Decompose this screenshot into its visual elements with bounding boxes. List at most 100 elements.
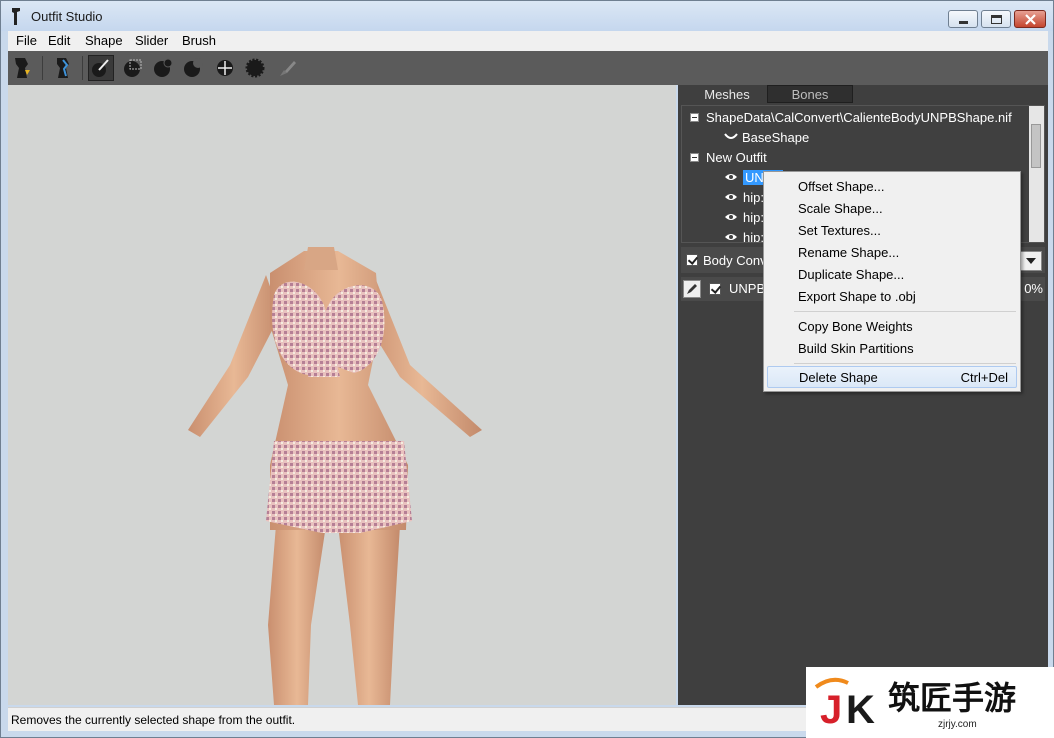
tree-item-shape[interactable]: hip: (724, 227, 764, 243)
menu-item-rename-shape[interactable]: Rename Shape... (767, 241, 1017, 263)
menu-item-delete-shape[interactable]: Delete Shape Ctrl+Del (767, 366, 1017, 388)
menu-edit[interactable]: Edit (48, 33, 70, 48)
minimize-button[interactable] (948, 10, 978, 28)
reference-shape-icon (724, 133, 738, 139)
tree-item-label: ShapeData\CalConvert\CalienteBodyUNPBSha… (706, 109, 1012, 125)
menu-item-label: Scale Shape... (798, 200, 883, 216)
outfit-tool-button[interactable] (10, 55, 36, 81)
menu-shape[interactable]: Shape (85, 33, 123, 48)
tree-item-reference-shape[interactable]: BaseShape (724, 127, 809, 147)
toolbar-separator (42, 56, 43, 80)
menu-item-label: Build Skin Partitions (798, 340, 914, 356)
menu-item-offset-shape[interactable]: Offset Shape... (767, 175, 1017, 197)
slider-set-dropdown[interactable] (1020, 251, 1042, 271)
3d-viewport[interactable] (8, 85, 676, 705)
menu-item-export-shape[interactable]: Export Shape to .obj (767, 285, 1017, 307)
edit-slider-button[interactable] (683, 280, 701, 298)
tree-item-label: hip: (743, 209, 764, 225)
reference-icon (57, 58, 69, 78)
close-button[interactable] (1014, 10, 1046, 28)
outfit-icon (15, 58, 30, 78)
menu-item-label: Export Shape to .obj (798, 288, 916, 304)
smooth-brush-button[interactable] (242, 55, 268, 81)
menu-item-label: Offset Shape... (798, 178, 885, 194)
deflate-brush-icon (184, 58, 203, 77)
slider-label: UNPB (729, 281, 766, 296)
select-brush-button[interactable] (88, 55, 114, 81)
menu-brush[interactable]: Brush (182, 33, 216, 48)
slider-set-checkbox[interactable] (686, 254, 698, 266)
app-icon (12, 8, 20, 25)
app-window: Outfit Studio File Edit Shape Slider Bru… (0, 0, 1054, 738)
menu-item-duplicate-shape[interactable]: Duplicate Shape... (767, 263, 1017, 285)
minimize-icon (959, 21, 968, 24)
toolbar-separator (82, 56, 83, 80)
svg-text:J: J (820, 688, 842, 732)
reference-tool-button[interactable] (50, 55, 76, 81)
inflate-brush-icon (154, 58, 173, 77)
tree-item-label: hip: (743, 189, 764, 205)
watermark-text: 筑匠手游 (888, 679, 1017, 717)
collapse-icon[interactable] (690, 152, 699, 162)
menu-bar: File Edit Shape Slider Brush (8, 31, 1048, 51)
menu-item-label: Delete Shape (799, 369, 878, 385)
collapse-icon[interactable] (690, 112, 699, 122)
menu-item-set-textures[interactable]: Set Textures... (767, 219, 1017, 241)
menu-file[interactable]: File (16, 33, 37, 48)
slider-set-label: Body Conv (703, 253, 767, 268)
maximize-icon (991, 15, 1002, 24)
eye-icon[interactable] (724, 172, 738, 182)
slider-checkbox[interactable] (709, 283, 721, 295)
menu-item-copy-bone-weights[interactable]: Copy Bone Weights (767, 315, 1017, 337)
move-brush-icon (217, 60, 233, 76)
context-menu: Offset Shape... Scale Shape... Set Textu… (763, 171, 1021, 392)
tab-meshes[interactable]: Meshes (687, 85, 767, 103)
watermark-url: zjrjy.com (938, 719, 977, 730)
smooth-brush-icon (245, 58, 265, 78)
menu-slider[interactable]: Slider (135, 33, 168, 48)
tree-item-label: New Outfit (706, 149, 767, 165)
eye-icon[interactable] (724, 232, 738, 242)
menu-separator (794, 311, 1016, 312)
weight-brush-icon (280, 61, 296, 76)
scroll-thumb[interactable] (1031, 124, 1041, 168)
chevron-down-icon (1026, 258, 1036, 264)
tree-item-shape[interactable]: hip: (724, 207, 764, 227)
slider-value: 0% (1024, 281, 1043, 296)
menu-item-shortcut: Ctrl+Del (960, 369, 1008, 385)
tree-item-reference-file[interactable]: ShapeData\CalConvert\CalienteBodyUNPBSha… (690, 107, 1012, 127)
title-bar[interactable]: Outfit Studio (1, 1, 1053, 31)
menu-item-scale-shape[interactable]: Scale Shape... (767, 197, 1017, 219)
move-brush-button[interactable] (212, 55, 238, 81)
watermark: J K 筑匠手游 zjrjy.com (806, 667, 1054, 738)
maximize-button[interactable] (981, 10, 1011, 28)
toolbar (8, 51, 1048, 85)
pencil-icon (687, 284, 697, 294)
menu-separator (794, 363, 1016, 364)
svg-text:K: K (846, 688, 875, 732)
inflate-brush-button[interactable] (150, 55, 176, 81)
menu-item-label: Rename Shape... (798, 244, 900, 260)
tree-scrollbar[interactable] (1029, 106, 1044, 242)
mask-brush-icon (124, 59, 142, 77)
tree-item-outfit[interactable]: New Outfit (690, 147, 767, 167)
tree-item-label: hip: (743, 229, 764, 243)
close-icon (1025, 14, 1036, 25)
tree-item-shape[interactable]: hip: (724, 187, 764, 207)
status-text: Removes the currently selected shape fro… (11, 713, 296, 727)
tree-item-label: BaseShape (742, 129, 810, 145)
model-preview (188, 247, 482, 705)
menu-item-label: Set Textures... (798, 222, 881, 238)
eye-icon[interactable] (724, 192, 738, 202)
menu-item-label: Copy Bone Weights (798, 318, 913, 334)
mask-brush-button[interactable] (120, 55, 146, 81)
watermark-logo: J K (814, 677, 875, 732)
eye-icon[interactable] (724, 212, 738, 222)
menu-item-label: Duplicate Shape... (798, 266, 905, 282)
window-title: Outfit Studio (31, 9, 103, 24)
deflate-brush-button[interactable] (180, 55, 206, 81)
menu-item-build-skin-partitions[interactable]: Build Skin Partitions (767, 337, 1017, 359)
weight-brush-button[interactable] (274, 55, 300, 81)
select-brush-icon (92, 59, 109, 77)
tab-bones[interactable]: Bones (767, 85, 853, 103)
